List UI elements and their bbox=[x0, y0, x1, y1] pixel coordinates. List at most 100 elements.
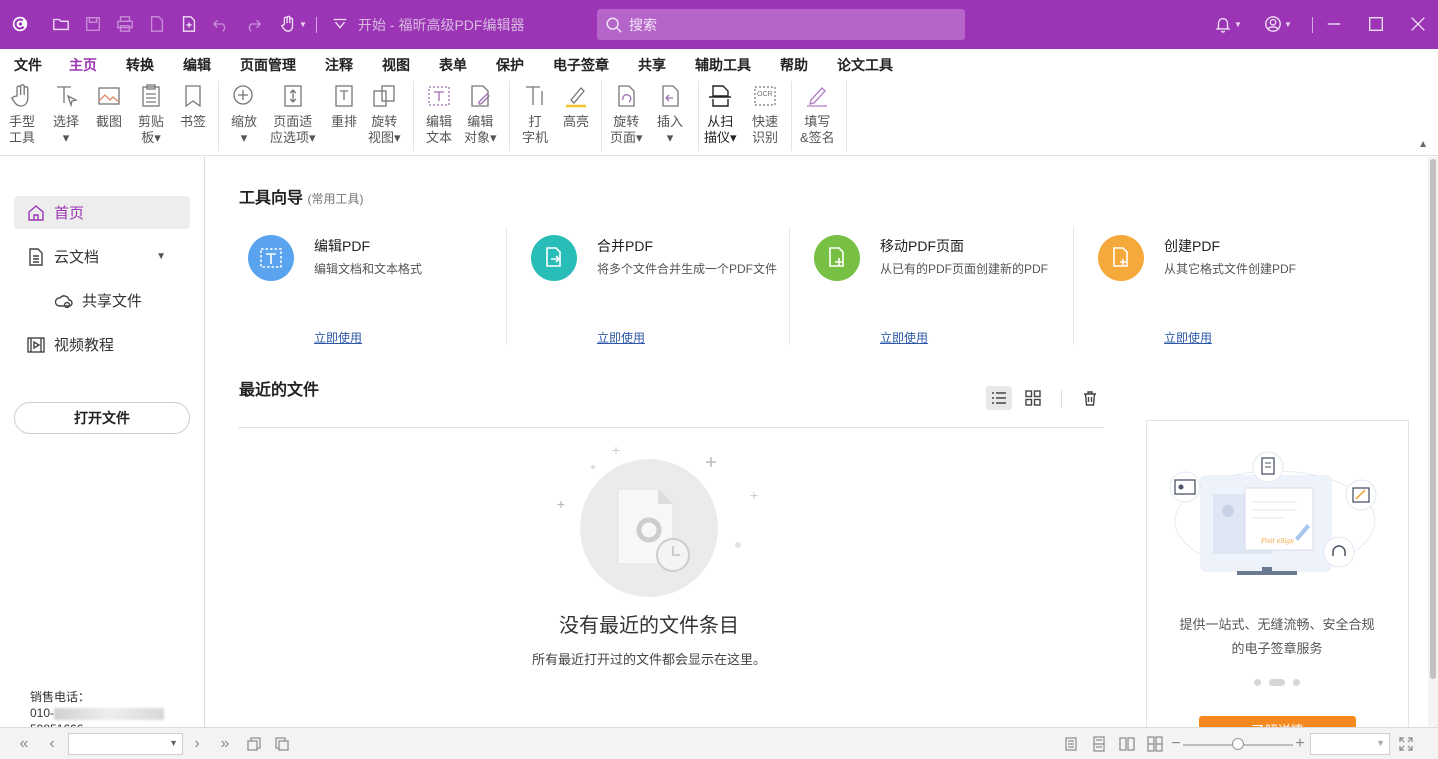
tab-view[interactable]: 视图 bbox=[382, 55, 410, 75]
use-now-link[interactable]: 立即使用 bbox=[880, 329, 928, 346]
fullscreen-icon[interactable] bbox=[1396, 734, 1416, 754]
caret-down-icon[interactable]: ▼ bbox=[156, 251, 166, 262]
grid-view-button[interactable] bbox=[1020, 386, 1046, 410]
use-now-link[interactable]: 立即使用 bbox=[1164, 329, 1212, 346]
chevron-down-icon[interactable]: ▼ bbox=[1376, 738, 1385, 748]
zoom-button[interactable]: 缩放 ▾ bbox=[230, 82, 258, 146]
search-box[interactable] bbox=[597, 9, 965, 40]
first-page-icon[interactable]: « bbox=[14, 734, 34, 754]
file-icon[interactable] bbox=[145, 12, 169, 36]
facing-pages-icon[interactable] bbox=[1117, 734, 1137, 754]
rotate-page-button[interactable]: 旋转 页面▾ bbox=[610, 82, 643, 146]
clipboard-button[interactable]: 剪贴 板▾ bbox=[137, 82, 165, 146]
sidebar-item-video-tutorials[interactable]: 视频教程 bbox=[14, 328, 190, 361]
edit-object-button[interactable]: 编辑 对象▾ bbox=[464, 82, 497, 146]
edit-text-button[interactable]: 编辑 文本 bbox=[425, 82, 453, 146]
close-icon[interactable] bbox=[1406, 12, 1430, 36]
tab-home[interactable]: 主页 bbox=[67, 55, 99, 81]
highlight-button[interactable]: 高亮 bbox=[562, 82, 590, 130]
carousel-dot[interactable] bbox=[1254, 679, 1261, 686]
search-input[interactable] bbox=[629, 16, 929, 33]
typewriter-button[interactable]: 打 字机 bbox=[521, 82, 549, 146]
quick-ocr-button[interactable]: OCR 快速 识别 bbox=[751, 82, 779, 146]
signature-text: Fixit eSign bbox=[1260, 538, 1294, 545]
collapse-ribbon-icon[interactable]: ▲ bbox=[1418, 139, 1428, 150]
tab-protect[interactable]: 保护 bbox=[496, 55, 524, 75]
carousel-dot-active[interactable] bbox=[1269, 679, 1285, 686]
bell-icon[interactable]: ▼ bbox=[1210, 12, 1246, 36]
select-button[interactable]: 选择 ▾ bbox=[52, 82, 80, 146]
scrollbar-thumb[interactable] bbox=[1430, 159, 1436, 679]
save-icon[interactable] bbox=[81, 12, 105, 36]
page-number-input[interactable]: ▼ bbox=[68, 733, 183, 755]
tab-file[interactable]: 文件 bbox=[14, 55, 42, 75]
reflow-icon bbox=[330, 82, 358, 110]
ribbon-separator bbox=[846, 81, 847, 151]
zoom-in-icon[interactable]: + bbox=[1290, 734, 1310, 754]
use-now-link[interactable]: 立即使用 bbox=[314, 329, 362, 346]
tab-form[interactable]: 表单 bbox=[439, 55, 467, 75]
tab-convert[interactable]: 转换 bbox=[126, 55, 154, 75]
empty-state-description: 所有最近打开过的文件都会显示在这里。 bbox=[531, 652, 766, 667]
rotate-page-icon bbox=[612, 82, 640, 110]
learn-more-button[interactable]: 了解详情 bbox=[1199, 716, 1356, 727]
bookmark-button[interactable]: 书签 bbox=[179, 82, 207, 130]
carousel-dot[interactable] bbox=[1293, 679, 1300, 686]
tab-comment[interactable]: 注释 bbox=[325, 55, 353, 75]
vertical-scrollbar[interactable] bbox=[1428, 157, 1438, 727]
open-file-button[interactable]: 打开文件 bbox=[14, 402, 190, 434]
list-view-button[interactable] bbox=[986, 386, 1012, 410]
next-view-icon[interactable] bbox=[272, 734, 292, 754]
new-file-icon[interactable] bbox=[177, 12, 201, 36]
chevron-down-icon: ▼ bbox=[299, 19, 307, 29]
carousel-dots[interactable] bbox=[1254, 679, 1300, 686]
from-scanner-button[interactable]: 从扫 描仪▾ bbox=[704, 82, 737, 146]
customize-dropdown-icon[interactable] bbox=[328, 12, 352, 36]
rotate-view-icon bbox=[370, 82, 398, 110]
reflow-button[interactable]: 重排 bbox=[330, 82, 358, 130]
page-fit-options-button[interactable]: 页面适 应选项▾ bbox=[270, 82, 316, 146]
previous-page-icon[interactable]: ‹ bbox=[42, 734, 62, 754]
previous-view-icon[interactable] bbox=[244, 734, 264, 754]
ribbon-separator bbox=[698, 81, 699, 151]
tab-help[interactable]: 帮助 bbox=[780, 55, 808, 75]
next-page-icon[interactable]: › bbox=[187, 734, 207, 754]
sidebar-item-cloud-docs[interactable]: 云文档 ▼ bbox=[14, 240, 190, 273]
rotate-view-button[interactable]: 旋转 视图▾ bbox=[368, 82, 401, 146]
use-now-link[interactable]: 立即使用 bbox=[597, 329, 645, 346]
redo-icon[interactable] bbox=[241, 12, 265, 36]
minimize-icon[interactable] bbox=[1322, 12, 1346, 36]
redacted-blur bbox=[54, 707, 165, 720]
single-page-icon[interactable] bbox=[1061, 734, 1081, 754]
hand-tool-button[interactable]: 手型 工具 bbox=[8, 82, 36, 146]
sidebar-item-home[interactable]: 首页 bbox=[14, 196, 190, 229]
tab-share[interactable]: 共享 bbox=[638, 55, 666, 75]
fill-sign-button[interactable]: 填写 &签名 bbox=[800, 82, 835, 146]
screenshot-button[interactable]: 截图 bbox=[95, 82, 123, 130]
account-icon[interactable]: ▼ bbox=[1259, 12, 1297, 36]
ribbon-separator bbox=[791, 81, 792, 151]
print-icon[interactable] bbox=[113, 12, 137, 36]
tab-page-management[interactable]: 页面管理 bbox=[240, 55, 296, 75]
app-logo-icon[interactable] bbox=[8, 12, 32, 36]
zoom-level-input[interactable]: ▼ bbox=[1310, 733, 1390, 755]
last-page-icon[interactable]: » bbox=[215, 734, 235, 754]
card-divider bbox=[789, 227, 790, 345]
title-bar: ▼ 开始 - 福昕高级PDF编辑器 ▼ ▼ bbox=[0, 0, 1438, 49]
clear-recent-button[interactable] bbox=[1077, 386, 1103, 410]
open-folder-icon[interactable] bbox=[49, 12, 73, 36]
tab-accessibility[interactable]: 辅助工具 bbox=[695, 55, 751, 75]
tab-e-seal[interactable]: 电子签章 bbox=[553, 55, 609, 75]
tab-thesis-tools[interactable]: 论文工具 bbox=[837, 55, 893, 75]
chevron-down-icon[interactable]: ▼ bbox=[169, 738, 178, 748]
maximize-icon[interactable] bbox=[1364, 12, 1388, 36]
tab-edit[interactable]: 编辑 bbox=[183, 55, 211, 75]
insert-button[interactable]: 插入 ▾ bbox=[656, 82, 684, 146]
continuous-page-icon[interactable] bbox=[1089, 734, 1109, 754]
sidebar-item-shared-files[interactable]: 共享文件 bbox=[14, 284, 190, 317]
undo-icon[interactable] bbox=[209, 12, 233, 36]
hand-icon[interactable]: ▼ bbox=[275, 12, 311, 36]
tool-card-merge-pdf: 合并PDF 将多个文件合并生成一个PDF文件 立即使用 bbox=[523, 227, 806, 345]
zoom-slider-handle[interactable] bbox=[1232, 738, 1244, 750]
continuous-facing-icon[interactable] bbox=[1145, 734, 1165, 754]
